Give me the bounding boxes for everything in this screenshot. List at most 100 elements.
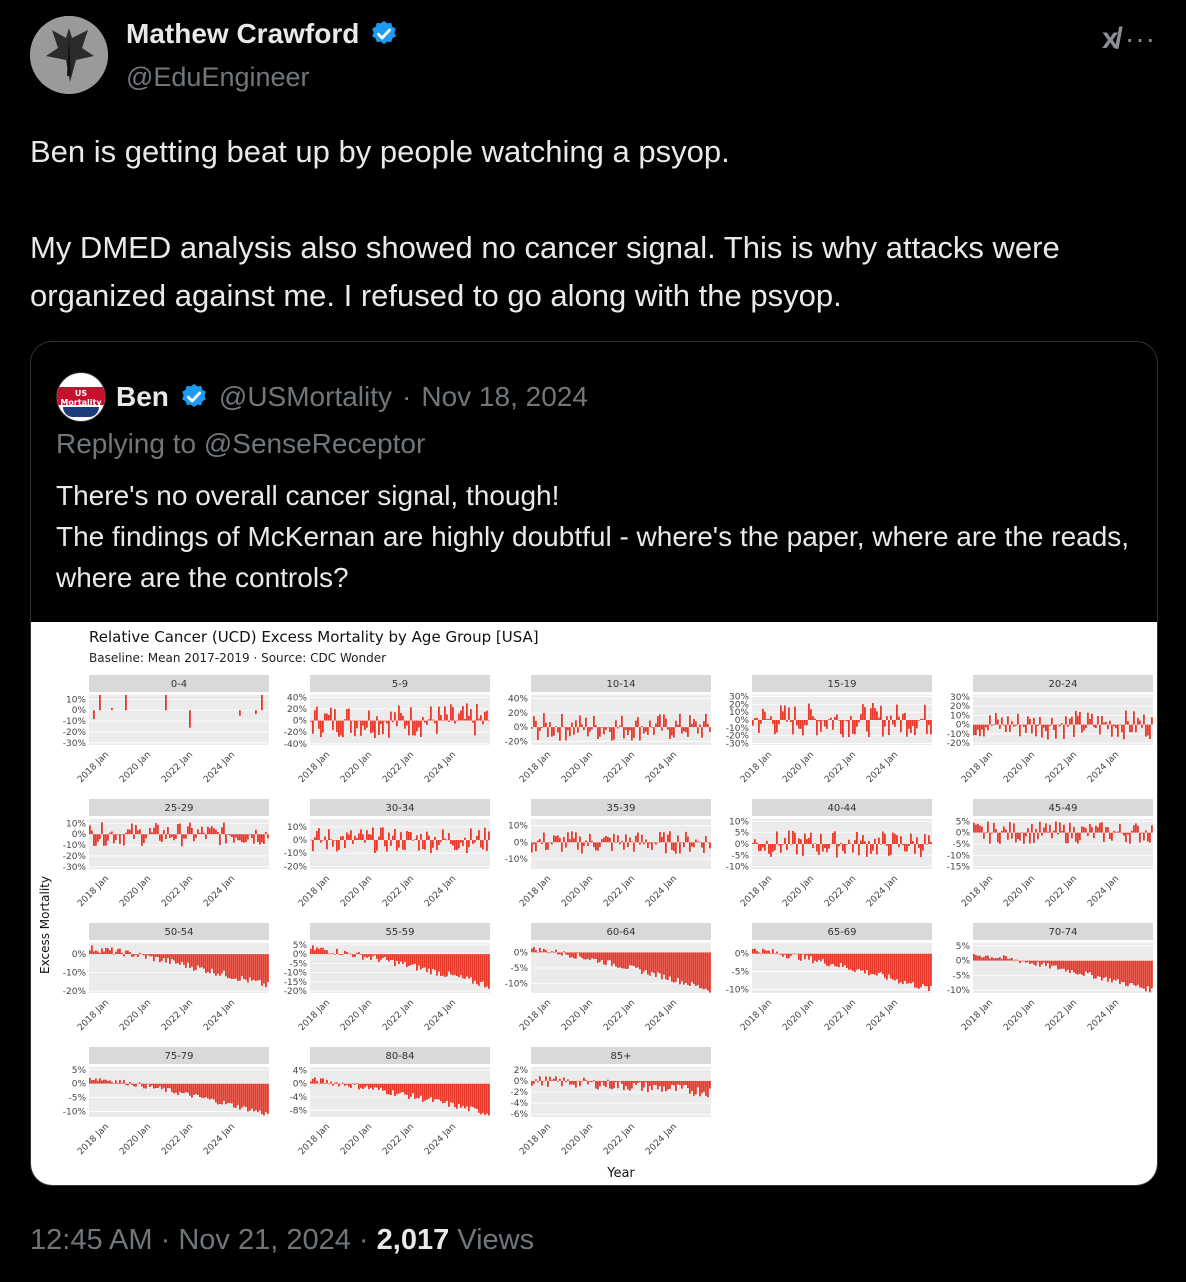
x-tick-label: 2024 Jan bbox=[202, 1122, 237, 1157]
bar bbox=[159, 1083, 161, 1087]
grok-icon[interactable]: x/ bbox=[1102, 22, 1123, 56]
quoted-date[interactable]: Nov 18, 2024 bbox=[421, 381, 588, 413]
bar bbox=[1017, 713, 1019, 725]
bar bbox=[993, 822, 995, 833]
bar bbox=[442, 720, 444, 722]
bar bbox=[930, 842, 932, 844]
bar bbox=[117, 834, 119, 835]
bar bbox=[259, 834, 261, 845]
bar bbox=[1095, 960, 1097, 979]
bar bbox=[314, 710, 316, 721]
bar bbox=[380, 827, 382, 841]
bar bbox=[565, 842, 567, 848]
bar bbox=[569, 839, 571, 843]
bar bbox=[464, 719, 466, 721]
bar bbox=[575, 952, 577, 959]
bar bbox=[93, 1079, 95, 1084]
bar bbox=[816, 844, 818, 852]
bar bbox=[999, 832, 1001, 844]
chart-image[interactable]: Relative Cancer (UCD) Excess Mortality b… bbox=[31, 622, 1157, 1185]
y-tick-label: -15% bbox=[947, 863, 971, 873]
bar bbox=[549, 1076, 551, 1081]
bar bbox=[653, 952, 655, 974]
bar bbox=[89, 1077, 91, 1084]
y-tick-label: 40% bbox=[287, 693, 307, 703]
bar bbox=[531, 1080, 533, 1086]
bar bbox=[344, 1083, 346, 1086]
quoted-author-name[interactable]: Ben bbox=[116, 381, 169, 413]
bar bbox=[183, 834, 185, 839]
bar bbox=[547, 842, 549, 850]
bar bbox=[1089, 718, 1091, 725]
bar bbox=[1121, 724, 1123, 733]
bar bbox=[685, 952, 687, 983]
panel-title: 70-74 bbox=[1048, 927, 1077, 938]
bar bbox=[406, 720, 408, 726]
bar bbox=[647, 952, 649, 975]
tweet-time[interactable]: 12:45 AM bbox=[30, 1224, 153, 1256]
bar bbox=[163, 1083, 165, 1088]
replying-to[interactable]: Replying to @SenseReceptor bbox=[56, 428, 425, 460]
bar bbox=[241, 834, 243, 843]
bar bbox=[545, 842, 547, 851]
bar bbox=[135, 825, 137, 835]
bar bbox=[904, 844, 906, 852]
bar bbox=[135, 1083, 137, 1087]
bar bbox=[555, 1076, 557, 1081]
bar bbox=[864, 707, 866, 720]
bar bbox=[993, 724, 995, 725]
quoted-author-handle[interactable]: @USMortality bbox=[219, 381, 392, 413]
bar bbox=[400, 832, 402, 841]
bar bbox=[181, 1083, 183, 1094]
bar bbox=[480, 954, 482, 982]
bar bbox=[673, 842, 675, 852]
author-handle[interactable]: @EduEngineer bbox=[126, 62, 310, 93]
panel-title: 55-59 bbox=[385, 927, 414, 938]
bar bbox=[1131, 960, 1133, 983]
bar bbox=[111, 708, 113, 711]
bar bbox=[603, 1080, 605, 1086]
bar bbox=[631, 727, 633, 741]
bar bbox=[573, 1080, 575, 1085]
bar bbox=[111, 831, 113, 835]
y-tick-label: -20% bbox=[505, 737, 529, 747]
bar bbox=[446, 714, 448, 721]
bar bbox=[752, 842, 754, 844]
bar bbox=[854, 840, 856, 844]
bar bbox=[856, 832, 858, 844]
bar bbox=[454, 954, 456, 975]
bar bbox=[1033, 717, 1035, 725]
bar bbox=[1017, 832, 1019, 839]
bar bbox=[476, 704, 478, 721]
bar bbox=[981, 826, 983, 833]
bar bbox=[567, 832, 569, 843]
bar bbox=[404, 720, 406, 729]
views-count[interactable]: 2,017 bbox=[377, 1224, 450, 1256]
bar bbox=[886, 844, 888, 846]
bar bbox=[832, 953, 834, 964]
bar bbox=[131, 823, 133, 835]
bar bbox=[446, 839, 448, 841]
bar bbox=[416, 1083, 418, 1098]
bar bbox=[320, 840, 322, 843]
author-display-name[interactable]: Mathew Crawford bbox=[126, 18, 359, 50]
tweet-date[interactable]: Nov 21, 2024 bbox=[178, 1224, 351, 1256]
bar bbox=[366, 830, 368, 841]
author-avatar[interactable] bbox=[30, 16, 108, 94]
bar bbox=[623, 842, 625, 850]
bar bbox=[125, 695, 127, 711]
bar bbox=[784, 953, 786, 955]
bar bbox=[149, 1083, 151, 1088]
bar bbox=[1125, 710, 1127, 725]
more-icon[interactable]: ··· bbox=[1125, 23, 1156, 55]
bar bbox=[356, 1083, 358, 1084]
quoted-tweet[interactable]: US Mortality Ben @USMortality · Nov 18, … bbox=[30, 341, 1158, 1186]
bar bbox=[478, 954, 480, 986]
bar bbox=[466, 1083, 468, 1107]
bar bbox=[358, 952, 360, 955]
bar bbox=[314, 1077, 316, 1084]
bar bbox=[541, 1080, 543, 1086]
bar bbox=[350, 830, 352, 841]
quoted-author-avatar[interactable]: US Mortality bbox=[56, 372, 106, 422]
bar bbox=[1113, 830, 1115, 833]
